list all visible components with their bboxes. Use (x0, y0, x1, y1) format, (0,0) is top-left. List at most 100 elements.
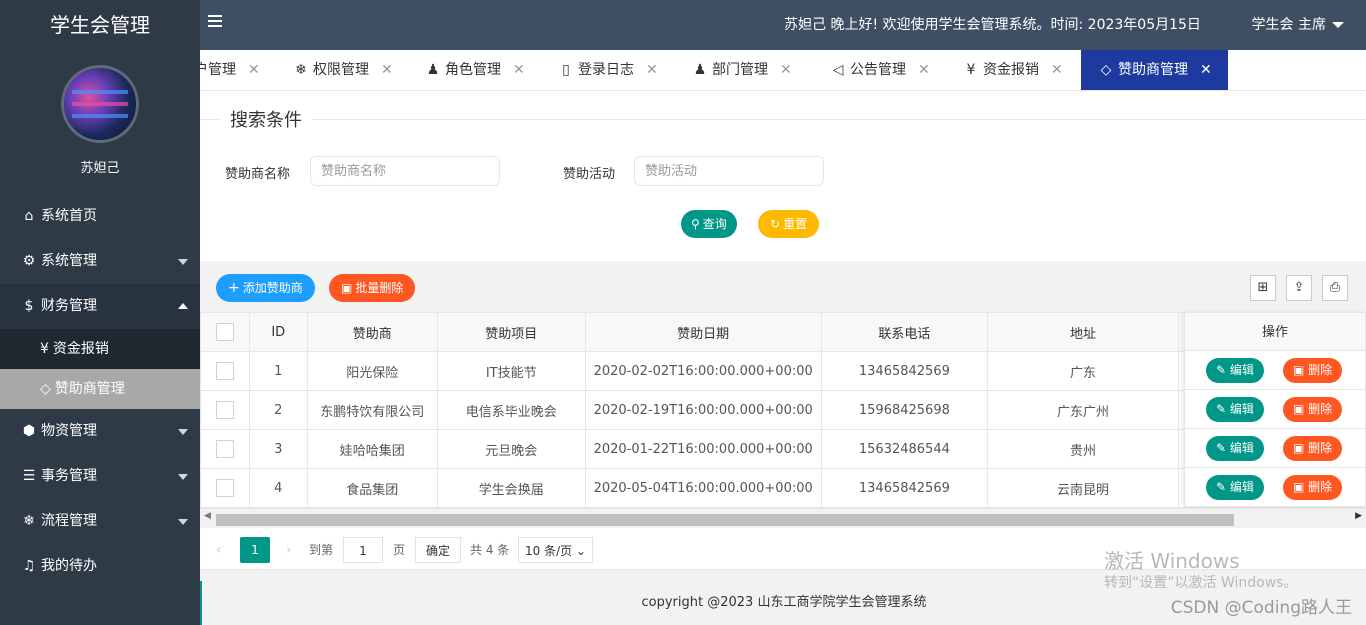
activity-label: 赞助活动 (563, 167, 616, 182)
operations-row: ✎ 编辑 ▣ 删除 (1184, 351, 1366, 390)
main-content: 搜索条件 赞助商名称 赞助活动 ⚲查询 ↻重置 +添加赞助商 ▣批量删除 ⊞ ⇪… (200, 91, 1366, 581)
tab-sponsor-management[interactable]: ◇ 赞助商管理 ✕ (1081, 50, 1228, 90)
snowflake-icon: ❄ (23, 513, 35, 529)
activity-input[interactable] (634, 156, 824, 186)
column-header-phone[interactable]: 联系电话 (820, 312, 988, 352)
sidebar-subitem-label: 赞助商管理 (54, 381, 125, 397)
delete-button[interactable]: ▣ 删除 (1283, 475, 1343, 500)
next-page-icon[interactable]: › (286, 537, 292, 563)
scroll-left-icon[interactable]: ◀ (204, 511, 211, 521)
delete-label: 删除 (1308, 441, 1333, 455)
sidebar-item-home[interactable]: ⌂ 系统首页 (0, 194, 200, 239)
batch-delete-button[interactable]: ▣ 批量删除 (329, 274, 416, 302)
sidebar-subitem-reimbursement[interactable]: ¥ 资金报销 (0, 329, 200, 369)
delete-label: 删除 (1308, 402, 1333, 416)
search-legend: 搜索条件 (220, 106, 312, 132)
sidebar-item-todo[interactable]: ♫ 我的待办 (0, 544, 200, 589)
sidebar-item-process[interactable]: ❄ 流程管理 (0, 499, 200, 544)
cell-sponsor: 娃哈哈集团 (306, 429, 438, 469)
home-icon: ⌂ (24, 208, 34, 224)
columns-filter-icon[interactable]: ⊞ (1250, 275, 1276, 301)
column-header-id[interactable]: ID (248, 312, 308, 352)
sidebar-item-finance[interactable]: $ 财务管理 (0, 284, 200, 329)
sidebar-subitem-sponsor[interactable]: ◇ 赞助商管理 (0, 369, 200, 409)
delete-button[interactable]: ▣ 删除 (1283, 358, 1343, 383)
tab-user-management[interactable]: 户管理 ✕ (200, 50, 260, 90)
row-checkbox[interactable] (215, 362, 234, 380)
sponsor-name-input[interactable] (310, 156, 500, 186)
batch-delete-label: 批量删除 (355, 281, 404, 295)
tab-department-management[interactable]: ♟ 部门管理 ✕ (691, 50, 792, 90)
cell-phone: 13465842569 (820, 351, 988, 391)
tab-permission-management[interactable]: ❄ 权限管理 ✕ (292, 50, 393, 90)
app-title: 学生会管理 (50, 13, 150, 37)
sidebar-item-label: 事务管理 (41, 468, 97, 484)
row-checkbox[interactable] (215, 479, 234, 497)
user-role-dropdown[interactable]: 学生会 主席 (1252, 0, 1344, 50)
goto-page-input[interactable]: 1 (343, 537, 383, 563)
select-all-checkbox[interactable] (215, 323, 234, 341)
tab-fund-reimbursement[interactable]: ¥ 资金报销 ✕ (962, 50, 1063, 90)
column-header-address[interactable]: 地址 (986, 312, 1179, 352)
cell-project: IT技能节 (436, 351, 586, 391)
close-icon[interactable]: ✕ (1200, 62, 1212, 78)
cell-address: 贵州 (986, 429, 1179, 469)
current-page-button[interactable]: 1 (240, 537, 270, 563)
chevron-down-icon (178, 259, 188, 265)
users-icon: ♟ (693, 62, 707, 78)
horizontal-scrollbar[interactable]: ◀ ▶ (200, 508, 1366, 528)
edit-button[interactable]: ✎ 编辑 (1206, 436, 1264, 461)
column-header-sponsor[interactable]: 赞助商 (306, 312, 438, 352)
tab-role-management[interactable]: ♟ 角色管理 ✕ (424, 50, 525, 90)
chevron-down-icon (178, 519, 188, 525)
close-icon[interactable]: ✕ (381, 62, 393, 78)
tab-login-log[interactable]: ▯ 登录日志 ✕ (557, 50, 658, 90)
query-button[interactable]: ⚲ 查询 (681, 210, 737, 238)
add-sponsor-button[interactable]: + 添加赞助商 (216, 274, 315, 302)
close-icon[interactable]: ✕ (1051, 62, 1063, 78)
edit-button[interactable]: ✎ 编辑 (1206, 358, 1264, 383)
scroll-right-icon[interactable]: ▶ (1355, 511, 1362, 521)
edit-button[interactable]: ✎ 编辑 (1206, 475, 1264, 500)
column-header-date[interactable]: 赞助日期 (584, 312, 822, 352)
diamond-icon: ◇ (1100, 62, 1112, 78)
cell-phone: 15968425698 (820, 390, 988, 430)
sidebar-item-system[interactable]: ⚙ 系统管理 (0, 239, 200, 284)
search-icon: ⚲ (691, 217, 700, 231)
close-icon[interactable]: ✕ (918, 62, 930, 78)
cell-date: 2020-02-19T16:00:00.000+00:00 (584, 390, 822, 430)
cell-sponsor: 阳光保险 (306, 351, 438, 391)
close-icon[interactable]: ✕ (780, 62, 792, 78)
edit-button[interactable]: ✎ 编辑 (1206, 397, 1264, 422)
row-checkbox[interactable] (215, 440, 234, 458)
sidebar-item-materials[interactable]: ⬢ 物资管理 (0, 409, 200, 454)
goto-label: 到第 (309, 543, 334, 557)
print-icon[interactable]: ⎙ (1322, 275, 1348, 301)
yen-icon: ¥ (40, 341, 49, 357)
row-checkbox[interactable] (215, 401, 234, 419)
close-icon[interactable]: ✕ (248, 62, 260, 78)
sidebar-subitem-label: 资金报销 (52, 341, 109, 357)
reset-button[interactable]: ↻ 重置 (758, 210, 820, 238)
sidebar-item-affairs[interactable]: ☰ 事务管理 (0, 454, 200, 499)
scrollbar-thumb[interactable] (216, 514, 1234, 526)
page-size-select[interactable]: 10 条/页 ⌄ (518, 537, 594, 563)
prev-page-icon[interactable]: ‹ (216, 537, 222, 563)
gear-icon: ⚙ (22, 253, 36, 269)
close-icon[interactable]: ✕ (513, 62, 525, 78)
tab-label: 赞助商管理 (1118, 62, 1188, 78)
edit-icon: ✎ (1216, 480, 1230, 494)
delete-button[interactable]: ▣ 删除 (1283, 436, 1343, 461)
cell-id: 2 (248, 390, 308, 430)
tab-bar: 户管理✕ ❄权限管理✕ ♟角色管理✕ ▯登录日志✕ ♟部门管理✕ ◁公告管理✕ … (200, 50, 1366, 91)
avatar[interactable] (61, 65, 139, 143)
cell-project: 学生会换届 (436, 468, 586, 508)
close-icon[interactable]: ✕ (646, 62, 658, 78)
goto-confirm-button[interactable]: 确定 (415, 537, 462, 563)
delete-button[interactable]: ▣ 删除 (1283, 397, 1343, 422)
windows-activation-title: 激活 Windows (1104, 549, 1240, 573)
menu-toggle-icon[interactable] (208, 15, 222, 27)
column-header-project[interactable]: 赞助项目 (436, 312, 586, 352)
tab-notice-management[interactable]: ◁ 公告管理 ✕ (829, 50, 930, 90)
export-icon[interactable]: ⇪ (1286, 275, 1312, 301)
